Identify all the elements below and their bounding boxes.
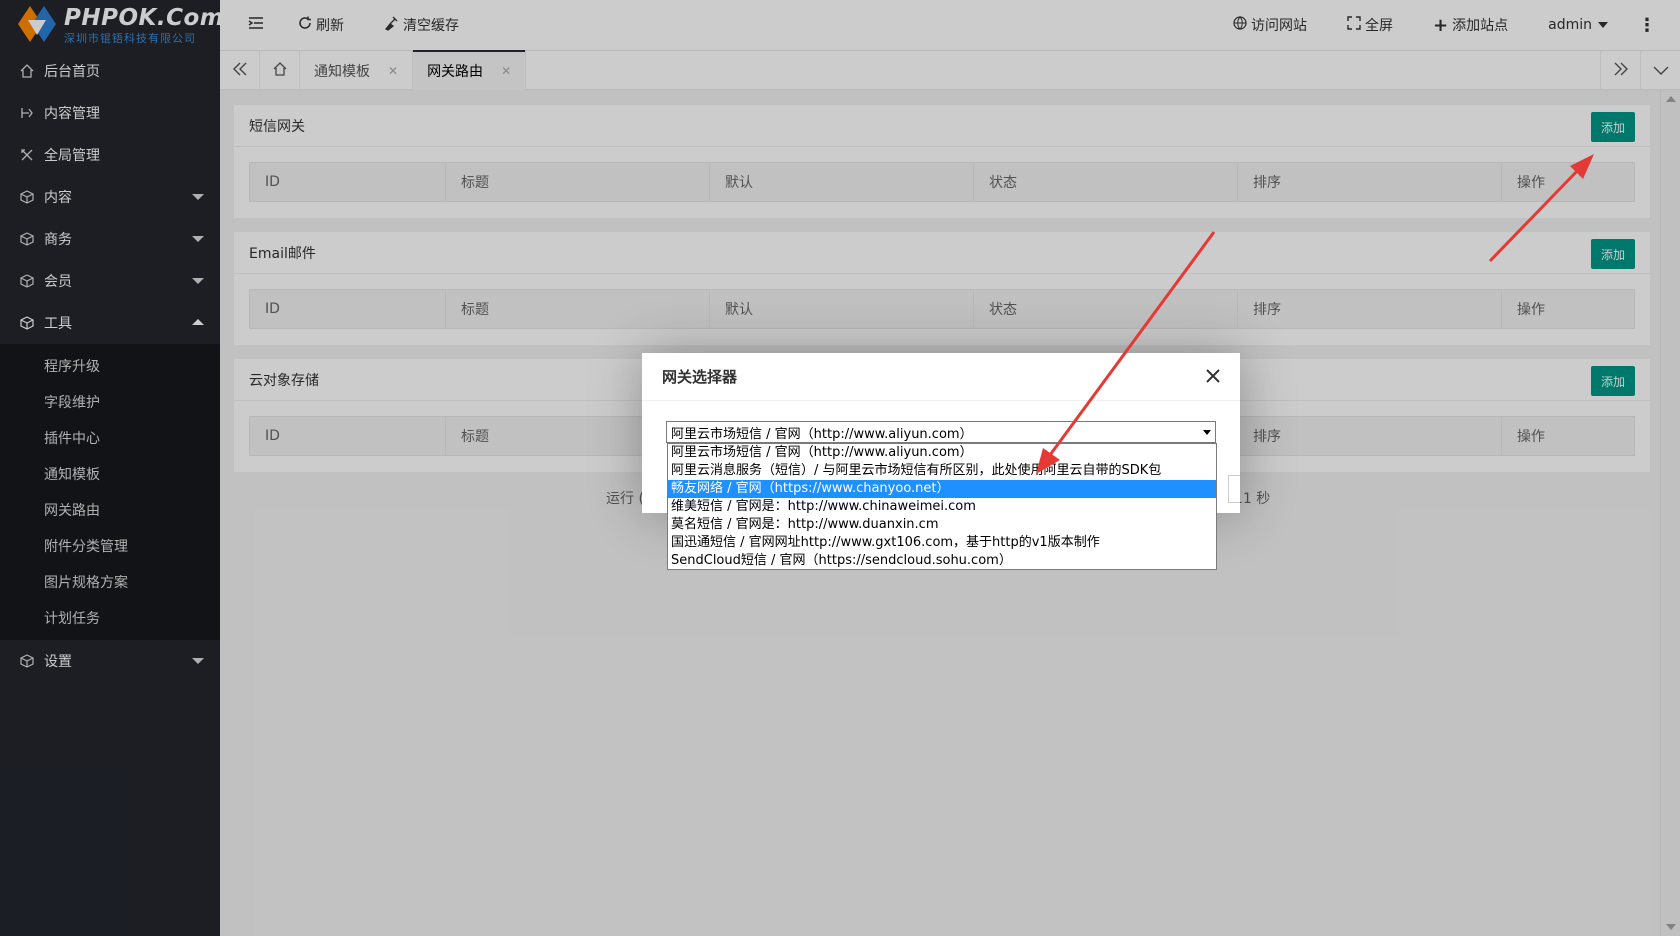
gateway-option[interactable]: SendCloud短信 / 官网（https://sendcloud.sohu.…: [668, 552, 1216, 570]
dialog-title: 网关选择器: [662, 368, 738, 386]
gateway-select[interactable]: 阿里云市场短信 / 官网（http://www.aliyun.com）: [666, 421, 1216, 443]
gateway-option[interactable]: 阿里云市场短信 / 官网（http://www.aliyun.com）: [668, 444, 1216, 462]
gateway-select-value: 阿里云市场短信 / 官网（http://www.aliyun.com）: [671, 426, 973, 442]
gateway-option[interactable]: 阿里云消息服务（短信）/ 与阿里云市场短信有所区别，此处使用阿里云自带的SDK包: [668, 462, 1216, 480]
gateway-option-highlighted[interactable]: 畅友网络 / 官网（https://www.chanyoo.net）: [668, 480, 1216, 498]
close-icon[interactable]: [1202, 365, 1224, 387]
dropdown-arrow-icon: [1203, 430, 1211, 435]
gateway-options-list: 阿里云市场短信 / 官网（http://www.aliyun.com） 阿里云消…: [667, 443, 1217, 570]
gateway-option[interactable]: 维美短信 / 官网是：http://www.chinaweimei.com: [668, 498, 1216, 516]
gateway-option[interactable]: 莫名短信 / 官网是：http://www.duanxin.cm: [668, 516, 1216, 534]
dialog-button-edge[interactable]: [1228, 475, 1240, 503]
gateway-option[interactable]: 国迅通短信 / 官网网址http://www.gxt106.com，基于http…: [668, 534, 1216, 552]
